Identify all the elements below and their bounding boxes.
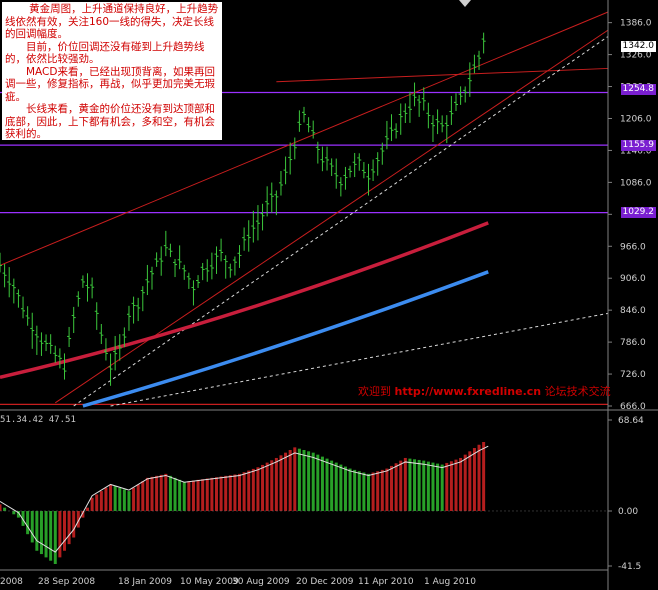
macd-values-label: 51.34.42 47.51 [0,415,76,425]
analysis-note: 黄金周图，上升通道保持良好，上升趋势线依然有效，关注160一线的得失，决定长线的… [2,2,222,140]
price-tick-label: 906.0 [620,274,646,284]
osc-tick-label: 0.00 [618,507,638,517]
note-paragraph: MACD来看，已经出现顶背离，如果再回调一些，修复指标，再战，似乎更加完美无瑕疵… [5,65,215,103]
time-tick-label: 20 Dec 2009 [296,577,354,587]
price-tick-label: 1086.0 [620,178,652,188]
time-tick-label: 11 Apr 2010 [358,577,414,587]
time-tick-label: 10 May 2009 [180,577,239,587]
osc-tick-label: 68.64 [618,416,644,426]
time-tick-label: 1 Aug 2010 [424,577,476,587]
price-tick-label: 726.0 [620,370,646,380]
price-tick-label: 786.0 [620,338,646,348]
time-tick-label: 18 Jan 2009 [118,577,172,587]
time-tick-label: 30 Aug 2009 [232,577,290,587]
level-tag: 1029.2 [620,207,656,218]
price-tick-label: 966.0 [620,242,646,252]
watermark-url[interactable]: http://www.fxredline.cn [395,385,542,398]
level-tag: 1254.8 [620,84,656,95]
macd-panel [0,442,608,565]
price-tick-label: 846.0 [620,306,646,316]
time-tick-label: 28 Sep 2008 [38,577,95,587]
forum-watermark: 欢迎到 http://www.fxredline.cn 论坛技术交流 [358,383,611,399]
triangle-marker-icon [459,0,471,7]
current-price-tag: 1342.0 [620,41,656,52]
watermark-prefix: 欢迎到 [358,385,395,398]
note-paragraph: 黄金周图，上升通道保持良好，上升趋势线依然有效，关注160一线的得失，决定长线的… [5,3,219,40]
note-paragraph: 目前，价位回调还没有碰到上升趋势线的，依然比较强劲。 [5,40,205,66]
osc-tick-label: -41.5 [618,562,641,572]
price-tick-label: 666.0 [620,402,646,412]
level-tag: 1155.9 [620,140,656,151]
price-tick-label: 1206.0 [620,114,652,124]
note-paragraph: 长线来看，黄金的价位还没有到达顶部和底部，因此，上下都有机会，多和空，有机会获利… [5,103,215,140]
price-tick-label: 1326.0 [620,51,652,61]
price-tick-label: 1386.0 [620,19,652,29]
watermark-suffix: 论坛技术交流 [541,385,611,398]
time-tick-label: 2008 [0,577,23,587]
